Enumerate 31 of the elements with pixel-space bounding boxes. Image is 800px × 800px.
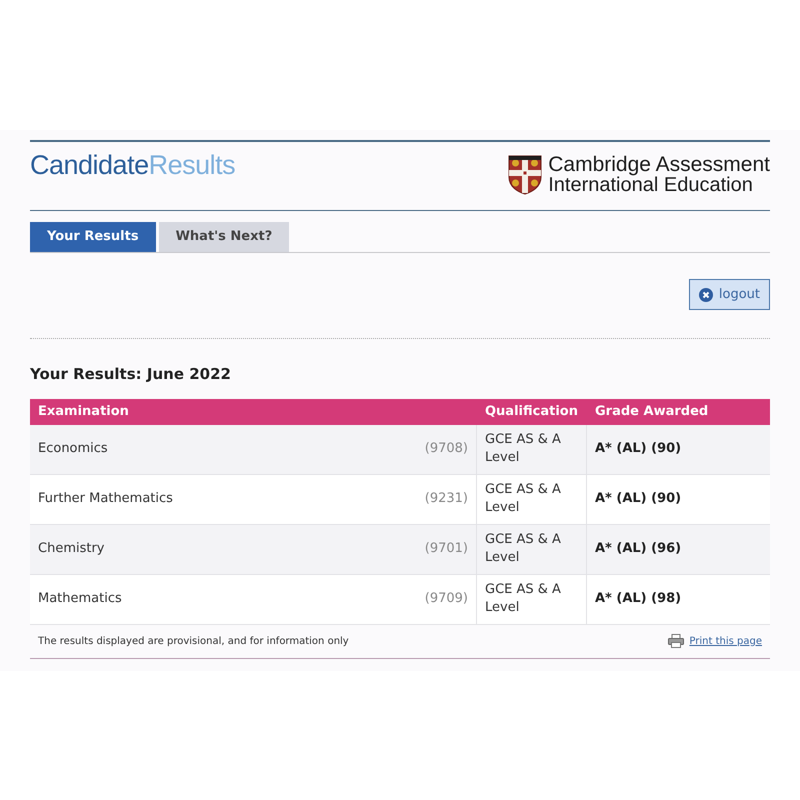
- table-cell-text: (9708): [424, 440, 468, 458]
- tab[interactable]: Your Results: [30, 222, 156, 252]
- org-subtitle: International Education: [548, 175, 754, 196]
- table-cell-text: (9231): [424, 490, 468, 508]
- column-header: Grade Awarded: [594, 402, 710, 421]
- table-cell-text: (9701): [424, 540, 468, 558]
- table-cell-text: A* (AL) (96): [595, 540, 682, 558]
- column-header: Qualification: [484, 402, 579, 421]
- table-cell-text: Mathematics: [38, 590, 122, 608]
- table-cell-text: GCE AS & A Level: [485, 481, 562, 517]
- close-icon: [698, 288, 713, 302]
- table-cell-text: A* (AL) (90): [595, 490, 682, 508]
- table-cell-text: GCE AS & A Level: [485, 581, 562, 617]
- app-title: CandidateResults: [30, 152, 236, 179]
- table-cell-text: Economics: [38, 440, 108, 458]
- column-header: Examination: [37, 402, 130, 421]
- table-cell-text: (9709): [424, 590, 468, 608]
- table-cell-text: GCE AS & A Level: [485, 431, 562, 467]
- table-cell-text: GCE AS & A Level: [485, 531, 562, 567]
- table-cell-text: Further Mathematics: [38, 490, 173, 508]
- crest-icon: [508, 155, 542, 195]
- results-heading: Your Results: June 2022: [30, 364, 232, 385]
- tab[interactable]: What's Next?: [158, 222, 290, 252]
- org-name: Cambridge Assessment: [548, 154, 770, 175]
- table-cell-text: Chemistry: [38, 540, 104, 558]
- print-link[interactable]: Print this page: [689, 634, 762, 648]
- table-cell-text: A* (AL) (98): [595, 590, 682, 608]
- disclaimer-text: The results displayed are provisional, and for information only: [38, 634, 349, 648]
- table-cell-text: A* (AL) (90): [595, 440, 682, 458]
- logout-button[interactable]: logout: [688, 279, 770, 310]
- printer-icon: [668, 634, 684, 648]
